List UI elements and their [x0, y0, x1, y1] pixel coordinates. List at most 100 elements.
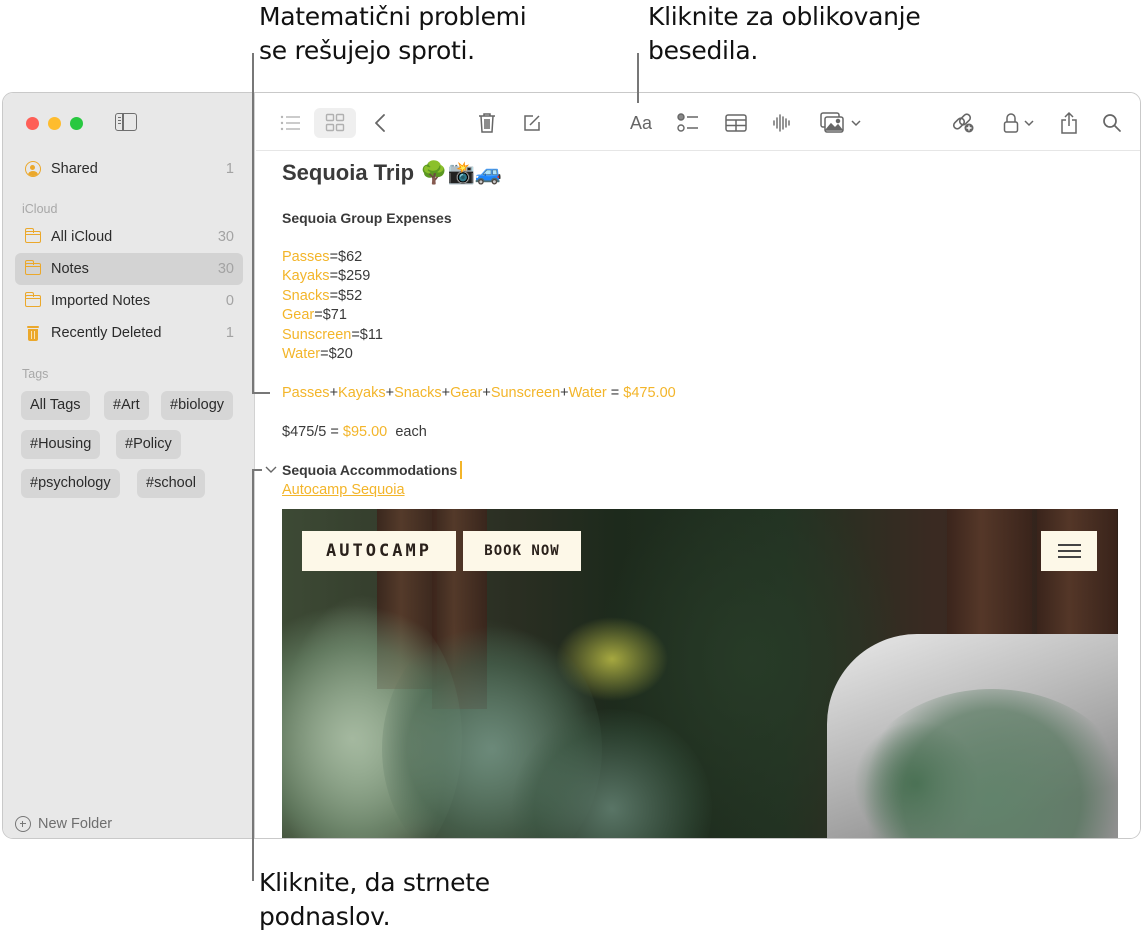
variable-name: Snacks — [394, 385, 442, 401]
photo-icon — [820, 112, 844, 133]
media-button[interactable] — [818, 108, 864, 138]
folder-icon — [24, 260, 42, 278]
variable-value: $52 — [338, 288, 363, 304]
variable-value: $20 — [328, 346, 353, 362]
list-view-button[interactable] — [276, 108, 306, 138]
back-button[interactable] — [368, 108, 392, 138]
tag-housing[interactable]: #Housing — [21, 430, 101, 459]
variable-name: Passes — [282, 385, 330, 401]
minimize-window-button[interactable] — [48, 117, 61, 130]
sidebar-item-label: Notes — [51, 261, 89, 277]
text-cursor — [460, 461, 463, 479]
variable-name: Gear — [282, 307, 315, 323]
audio-button[interactable] — [768, 108, 796, 138]
sidebar-toggle-icon[interactable] — [115, 113, 137, 131]
sidebar-item-count: 1 — [225, 325, 234, 341]
sidebar-item-count: 1 — [225, 161, 234, 177]
close-window-button[interactable] — [26, 117, 39, 130]
collaborate-button[interactable] — [949, 108, 977, 138]
variable-name: Sunscreen — [282, 327, 352, 343]
variable-name: Kayaks — [338, 385, 386, 401]
folder-icon — [24, 292, 42, 310]
folder-icon — [24, 228, 42, 246]
expense-line: Water=$20 — [282, 346, 353, 362]
format-text-icon: Aa — [629, 112, 653, 133]
sidebar-item-imported-notes[interactable]: Imported Notes 0 — [15, 285, 243, 317]
plus-circle-icon — [15, 816, 31, 832]
collapse-chevron-icon[interactable] — [264, 463, 278, 477]
expense-line: Gear=$71 — [282, 307, 347, 323]
sidebar-item-all-icloud[interactable]: All iCloud 30 — [15, 221, 243, 253]
leader-line-collapse — [252, 469, 254, 881]
note-title: Sequoia Trip 🌳📸🚙 — [282, 160, 503, 185]
checklist-button[interactable] — [674, 108, 702, 138]
callout-format-line2: besedila. — [648, 36, 758, 65]
note-editor[interactable]: Sequoia Trip 🌳📸🚙 Sequoia Group Expenses … — [256, 152, 1140, 838]
compose-icon — [524, 115, 540, 131]
sidebar-item-label: All iCloud — [51, 229, 113, 245]
notes-window: Shared 1 iCloud All iCloud 30 Notes 30 I… — [2, 92, 1141, 839]
search-button[interactable] — [1098, 108, 1126, 138]
math-result[interactable]: $475.00 — [623, 385, 675, 401]
callout-collapse-line2: podnaslov. — [259, 902, 391, 931]
tag-biology[interactable]: #biology — [161, 391, 234, 420]
variable-value: $259 — [338, 268, 371, 284]
tag-psychology[interactable]: #psychology — [21, 469, 120, 498]
sidebar-item-recently-deleted[interactable]: Recently Deleted 1 — [15, 317, 243, 349]
autocamp-link[interactable]: Autocamp Sequoia — [282, 482, 405, 498]
share-icon — [1061, 111, 1077, 134]
table-button[interactable] — [722, 108, 750, 138]
division-expr: $475/5 — [282, 424, 327, 440]
callout-math-line1: Matematični problemi — [259, 2, 527, 31]
leader-line-math-tick — [252, 392, 270, 394]
new-folder-label: New Folder — [38, 816, 113, 832]
checklist-icon — [677, 113, 698, 132]
division-suffix: each — [395, 424, 427, 440]
expense-line: Kayaks=$259 — [282, 268, 371, 284]
section-heading-text: Sequoia Accommodations — [282, 462, 458, 478]
variable-name: Water — [568, 385, 607, 401]
chevron-down-icon — [1024, 120, 1034, 127]
toolbar: Aa — [256, 93, 1140, 151]
gallery-view-button[interactable] — [314, 108, 356, 138]
format-text-button[interactable]: Aa — [626, 108, 656, 138]
hamburger-menu-icon[interactable] — [1041, 531, 1097, 571]
waveform-icon — [773, 114, 790, 132]
new-folder-button[interactable]: New Folder — [15, 816, 112, 832]
tree-trunk — [1037, 509, 1117, 649]
zoom-window-button[interactable] — [70, 117, 83, 130]
book-now-button[interactable]: BOOK NOW — [463, 531, 581, 571]
tag-school[interactable]: #school — [137, 469, 205, 498]
tag-art[interactable]: #Art — [104, 391, 149, 420]
link-preview-image[interactable]: AUTOCAMP BOOK NOW — [282, 509, 1118, 838]
callout-math-line2: se rešujejo sproti. — [259, 36, 475, 65]
sidebar-item-count: 0 — [225, 293, 234, 309]
grid-icon — [325, 113, 345, 132]
sidebar-item-label: Recently Deleted — [51, 325, 162, 341]
sidebar-item-notes[interactable]: Notes 30 — [15, 253, 243, 285]
trash-icon — [24, 324, 42, 342]
compose-note-button[interactable] — [518, 108, 546, 138]
leader-line-format — [637, 53, 639, 103]
sidebar-item-shared[interactable]: Shared 1 — [15, 153, 243, 185]
section-heading: Sequoia Accommodations — [282, 461, 463, 479]
tag-policy[interactable]: #Policy — [116, 430, 181, 459]
lock-button[interactable] — [998, 108, 1040, 138]
share-button[interactable] — [1055, 108, 1083, 138]
variable-value: $71 — [322, 307, 347, 323]
link-add-icon — [952, 113, 974, 133]
variable-value: $11 — [359, 327, 383, 343]
delete-note-button[interactable] — [473, 108, 501, 138]
trash-icon — [479, 113, 495, 133]
icloud-section-header: iCloud — [22, 202, 58, 216]
math-result[interactable]: $95.00 — [343, 424, 387, 440]
variable-name: Passes — [282, 249, 330, 265]
note-subheading: Sequoia Group Expenses — [282, 210, 452, 226]
autocamp-logo[interactable]: AUTOCAMP — [302, 531, 456, 571]
sidebar: Shared 1 iCloud All iCloud 30 Notes 30 I… — [3, 93, 255, 838]
variable-name: Snacks — [282, 288, 330, 304]
tag-all-tags[interactable]: All Tags — [21, 391, 90, 420]
variable-name: Water — [282, 346, 321, 362]
callout-format-line1: Kliknite za oblikovanje — [648, 2, 921, 31]
leader-line-math — [252, 53, 254, 394]
